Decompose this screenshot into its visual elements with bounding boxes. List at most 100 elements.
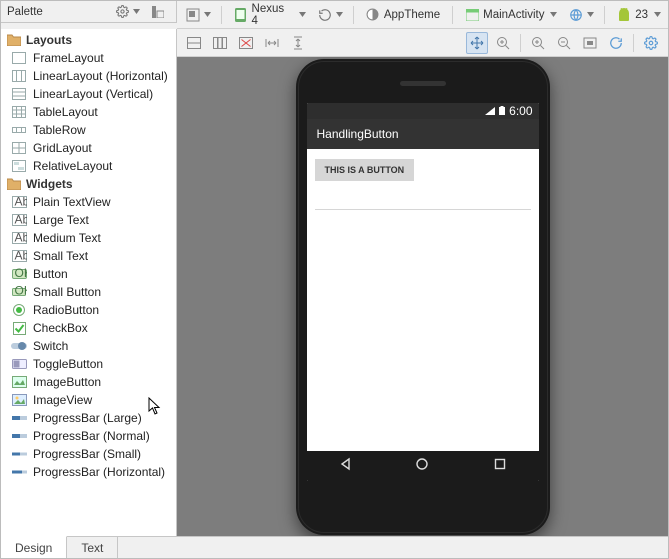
globe-icon — [568, 7, 584, 23]
button-icon: OK — [11, 267, 27, 281]
tab-design[interactable]: Design — [1, 536, 67, 558]
palette-item-checkbox[interactable]: CheckBox — [1, 319, 176, 337]
device-speaker — [400, 81, 446, 86]
palette-item-largetext[interactable]: AbLarge Text — [1, 211, 176, 229]
activity-selector[interactable]: MainActivity — [459, 4, 560, 26]
palette-item-progress-s[interactable]: ProgressBar (Small) — [1, 445, 176, 463]
preview-button[interactable]: THIS IS A BUTTON — [315, 159, 415, 181]
palette-title: Palette — [7, 6, 43, 18]
pan-icon — [469, 35, 485, 51]
palette-item-gridlayout[interactable]: GridLayout — [1, 139, 176, 157]
palette-item-framelayout[interactable]: FrameLayout — [1, 49, 176, 67]
locale-button[interactable] — [564, 4, 598, 26]
separator — [452, 6, 453, 24]
category-label: Layouts — [26, 33, 72, 47]
palette-item-imagebutton[interactable]: ImageButton — [1, 373, 176, 391]
palette-item-switch[interactable]: Switch — [1, 337, 176, 355]
orientation-button[interactable] — [313, 4, 347, 26]
palette-settings-button[interactable] — [110, 1, 144, 23]
palette-item-textview[interactable]: AbPlain TextView — [1, 193, 176, 211]
show-layout-button[interactable] — [183, 32, 205, 54]
layout-icon — [11, 141, 27, 155]
nav-back-icon[interactable] — [338, 457, 352, 474]
nav-recent-icon[interactable] — [493, 457, 507, 474]
text-icon: Ab — [11, 249, 27, 263]
palette-list[interactable]: Layouts FrameLayout LinearLayout (Horizo… — [1, 29, 176, 536]
design-canvas-wrap: 6:00 HandlingButton THIS IS A BUTTON — [177, 29, 668, 536]
device-selector[interactable]: Nexus 4 — [228, 4, 309, 26]
columns-button[interactable] — [209, 32, 231, 54]
palette-item-radio[interactable]: RadioButton — [1, 301, 176, 319]
rotate-icon — [317, 7, 333, 23]
palette-item-progress-n[interactable]: ProgressBar (Normal) — [1, 427, 176, 445]
palette-header: Palette — [1, 1, 177, 23]
palette-item-progress-h[interactable]: ProgressBar (Horizontal) — [1, 463, 176, 481]
palette-item-mediumtext[interactable]: AbMedium Text — [1, 229, 176, 247]
palette-panel: Layouts FrameLayout LinearLayout (Horizo… — [1, 29, 177, 536]
app-bar: HandlingButton — [307, 119, 539, 149]
zoom-actual-button[interactable] — [579, 32, 601, 54]
magnifier-plus-icon — [495, 35, 511, 51]
tab-text[interactable]: Text — [67, 537, 118, 558]
image-icon — [11, 393, 27, 407]
switch-icon — [11, 339, 27, 353]
device-icon — [233, 7, 249, 23]
api-selector[interactable]: 23 — [611, 4, 664, 26]
theme-selector[interactable]: AppTheme — [360, 4, 446, 26]
palette-item-tablerow[interactable]: TableRow — [1, 121, 176, 139]
svg-text:Ab: Ab — [14, 196, 27, 208]
palette-item-imageview[interactable]: ImageView — [1, 391, 176, 409]
divider — [315, 209, 531, 210]
svg-text:OK: OK — [14, 268, 27, 280]
zoom-in-button[interactable] — [527, 32, 549, 54]
blueprint-icon — [186, 35, 202, 51]
progress-icon — [11, 429, 27, 443]
palette-item-linear-v[interactable]: LinearLayout (Vertical) — [1, 85, 176, 103]
gear-icon — [643, 35, 659, 51]
nav-home-icon[interactable] — [415, 457, 429, 474]
expand-h-button[interactable] — [261, 32, 283, 54]
category-widgets[interactable]: Widgets — [1, 175, 176, 193]
palette-item-tablelayout[interactable]: TableLayout — [1, 103, 176, 121]
zoom-out-button[interactable] — [553, 32, 575, 54]
palette-dock-button[interactable] — [146, 1, 170, 23]
palette-item-togglebutton[interactable]: ToggleButton — [1, 355, 176, 373]
app-body[interactable]: THIS IS A BUTTON — [307, 149, 539, 451]
refresh-button[interactable] — [605, 32, 627, 54]
separator — [353, 6, 354, 24]
device-screen: 6:00 HandlingButton THIS IS A BUTTON — [307, 103, 539, 481]
activity-icon — [464, 7, 480, 23]
theme-label: AppTheme — [381, 9, 443, 21]
svg-text:Ab: Ab — [14, 250, 27, 262]
category-label: Widgets — [26, 177, 73, 191]
zoom-fit-button[interactable] — [492, 32, 514, 54]
palette-item-progress-l[interactable]: ProgressBar (Large) — [1, 409, 176, 427]
palette-item-button[interactable]: OKButton — [1, 265, 176, 283]
api-label: 23 — [632, 9, 651, 21]
chevron-down-icon — [587, 12, 594, 17]
category-layouts[interactable]: Layouts — [1, 31, 176, 49]
design-surface[interactable]: 6:00 HandlingButton THIS IS A BUTTON — [177, 57, 668, 536]
palette-item-smallbutton[interactable]: OKSmall Button — [1, 283, 176, 301]
device-frame: 6:00 HandlingButton THIS IS A BUTTON — [296, 59, 550, 535]
chevron-down-icon — [204, 12, 211, 17]
palette-item-smalltext[interactable]: AbSmall Text — [1, 247, 176, 265]
viewport-icon — [185, 7, 201, 23]
separator — [633, 34, 634, 52]
expand-v-button[interactable] — [287, 32, 309, 54]
gear-icon — [114, 4, 130, 20]
android-icon — [616, 7, 632, 23]
svg-text:Ab: Ab — [14, 214, 27, 226]
viewport-button[interactable] — [181, 4, 215, 26]
progress-icon — [11, 411, 27, 425]
settings-button[interactable] — [640, 32, 662, 54]
layout-icon — [11, 51, 27, 65]
palette-item-linear-h[interactable]: LinearLayout (Horizontal) — [1, 67, 176, 85]
pan-button[interactable] — [466, 32, 488, 54]
device-frame-button[interactable] — [235, 32, 257, 54]
palette-item-relativelayout[interactable]: RelativeLayout — [1, 157, 176, 175]
layout-icon — [11, 159, 27, 173]
expand-v-icon — [290, 35, 306, 51]
zoom-actual-icon — [582, 35, 598, 51]
theme-icon — [365, 7, 381, 23]
